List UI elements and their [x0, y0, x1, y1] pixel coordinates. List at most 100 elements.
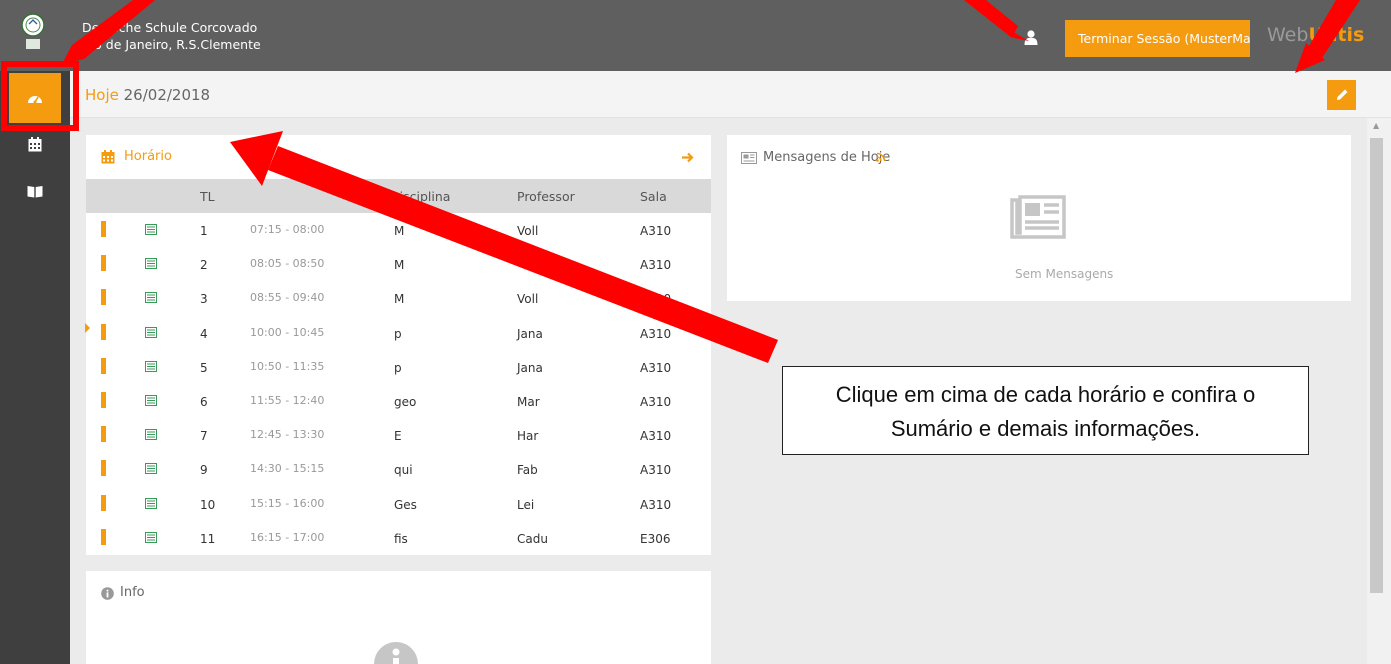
lesson-time: 08:55 - 09:40 [250, 291, 325, 305]
lesson-room: A310 [640, 326, 672, 341]
messages-title: Mensagens de Hoje [763, 150, 891, 165]
lesson-icon[interactable] [145, 531, 157, 543]
edit-button[interactable] [1327, 80, 1356, 110]
lesson-number: 9 [200, 463, 208, 478]
lesson-room: A310 [640, 224, 672, 238]
column-header-room: Sala [640, 189, 667, 204]
lesson-icon[interactable] [145, 395, 157, 406]
lesson-room: A310 [640, 258, 672, 273]
table-row[interactable]: 4 10:00 - 10:45 p Jana A310 [86, 316, 711, 350]
info-icon [374, 642, 418, 664]
column-header-teacher: Professor [517, 189, 575, 204]
lesson-icon[interactable] [145, 497, 157, 509]
lesson-time: 12:45 - 13:30 [250, 428, 325, 442]
lesson-number: 1 [200, 224, 208, 238]
lesson-room: A310 [640, 463, 672, 478]
lesson-icon[interactable] [145, 224, 157, 235]
timetable-title[interactable]: Horário [124, 149, 172, 164]
column-header-tl: TL [200, 189, 215, 204]
lesson-subject: p [394, 360, 402, 375]
lesson-color-bar [101, 494, 106, 511]
lesson-room: A310 [640, 429, 672, 444]
lesson-icon[interactable] [145, 463, 157, 475]
lesson-subject: M [394, 224, 405, 238]
lesson-color-bar [101, 255, 106, 272]
sub-header: Hoje 26/02/2018 [70, 71, 1391, 118]
lesson-subject: M [394, 292, 405, 307]
logout-button[interactable]: Terminar Sessão (MusterMan) [1065, 20, 1250, 57]
school-logo-icon [21, 13, 45, 49]
lesson-time: 11:55 - 12:40 [250, 394, 325, 407]
lesson-room: A310 [640, 497, 672, 512]
today-label: Hoje [85, 86, 119, 104]
arrow-right-icon[interactable] [682, 152, 694, 163]
lesson-teacher: Voll [517, 292, 539, 307]
lesson-teacher: Jana [517, 326, 543, 341]
info-title: Info [120, 585, 145, 600]
table-row[interactable]: 7 12:45 - 13:30 E Har A310 [86, 418, 711, 452]
rss-icon[interactable] [876, 152, 886, 162]
table-row[interactable]: 9 14:30 - 15:15 qui Fab A310 [86, 452, 711, 486]
messages-empty-text: Sem Mensagens [1015, 267, 1114, 281]
callout-line-1: Clique em cima de cada horário e confira… [835, 382, 1256, 407]
table-row[interactable]: 1 07:15 - 08:00 M Voll A310 [86, 213, 711, 247]
lesson-subject: qui [394, 463, 413, 478]
lesson-icon[interactable] [145, 429, 157, 441]
lesson-icon[interactable] [145, 326, 157, 338]
scrollbar-thumb[interactable] [1370, 138, 1383, 593]
lesson-color-bar [101, 426, 106, 443]
lesson-time: 10:50 - 11:35 [250, 359, 325, 373]
book-icon [27, 185, 43, 197]
table-row[interactable]: 11 16:15 - 17:00 fis Cadu E306 [86, 521, 711, 555]
pencil-icon [1336, 89, 1347, 100]
info-icon [101, 587, 114, 600]
sidebar-item-timetable[interactable] [9, 119, 61, 169]
newspaper-icon [741, 152, 757, 164]
today-date: 26/02/2018 [123, 86, 211, 104]
instruction-callout: Clique em cima de cada horário e confira… [782, 366, 1309, 455]
user-icon[interactable] [1024, 30, 1038, 45]
school-info: Deutsche Schule Corcovado Rio de Janeiro… [82, 19, 261, 53]
sidebar-item-book[interactable] [9, 166, 61, 216]
lesson-color-bar [101, 221, 106, 237]
lesson-time: 14:30 - 15:15 [250, 462, 325, 476]
lesson-number: 4 [200, 326, 208, 341]
lesson-teacher: Mar [517, 395, 540, 409]
lesson-time: 08:05 - 08:50 [250, 257, 325, 271]
lesson-room: E306 [640, 531, 671, 546]
lesson-time: 07:15 - 08:00 [250, 223, 325, 236]
lesson-time: 16:15 - 17:00 [250, 530, 325, 544]
table-row[interactable]: 6 11:55 - 12:40 geo Mar A310 [86, 384, 711, 418]
newspaper-icon [1010, 195, 1066, 239]
lesson-icon[interactable] [145, 360, 157, 372]
lesson-icon[interactable] [145, 292, 157, 304]
lesson-number: 3 [200, 292, 208, 307]
scroll-up-icon[interactable]: ▲ [1373, 121, 1379, 130]
lesson-number: 7 [200, 429, 208, 444]
lesson-room: A310 [640, 395, 672, 409]
lesson-color-bar [101, 289, 106, 306]
calendar-icon [101, 150, 115, 164]
school-name: Deutsche Schule Corcovado [82, 20, 258, 35]
school-location: Rio de Janeiro, R.S.Clemente [82, 37, 261, 52]
table-row[interactable]: 3 08:55 - 09:40 M Voll A310 [86, 281, 711, 315]
lesson-number: 10 [200, 497, 216, 512]
table-row[interactable]: 2 08:05 - 08:50 M A310 [86, 247, 711, 281]
lesson-teacher: Fab [517, 463, 538, 478]
sidebar-item-dashboard[interactable] [9, 73, 61, 123]
top-bar: Deutsche Schule Corcovado Rio de Janeiro… [0, 0, 1391, 71]
table-row[interactable]: 10 15:15 - 16:00 Ges Lei A310 [86, 487, 711, 521]
lesson-color-bar [101, 392, 106, 408]
lesson-icon[interactable] [145, 258, 157, 270]
table-row[interactable]: 5 10:50 - 11:35 p Jana A310 [86, 350, 711, 384]
lesson-subject: E [394, 429, 402, 444]
lesson-teacher: Cadu [517, 531, 548, 546]
lesson-room: A310 [640, 360, 672, 375]
lesson-subject: p [394, 326, 402, 341]
lesson-subject: fis [394, 531, 408, 546]
brand-logo: WebUntis [1267, 24, 1365, 46]
lesson-time: 15:15 - 16:00 [250, 496, 325, 510]
lesson-teacher: Lei [517, 497, 535, 512]
lesson-color-bar [101, 357, 106, 374]
lesson-room: A310 [640, 292, 672, 307]
